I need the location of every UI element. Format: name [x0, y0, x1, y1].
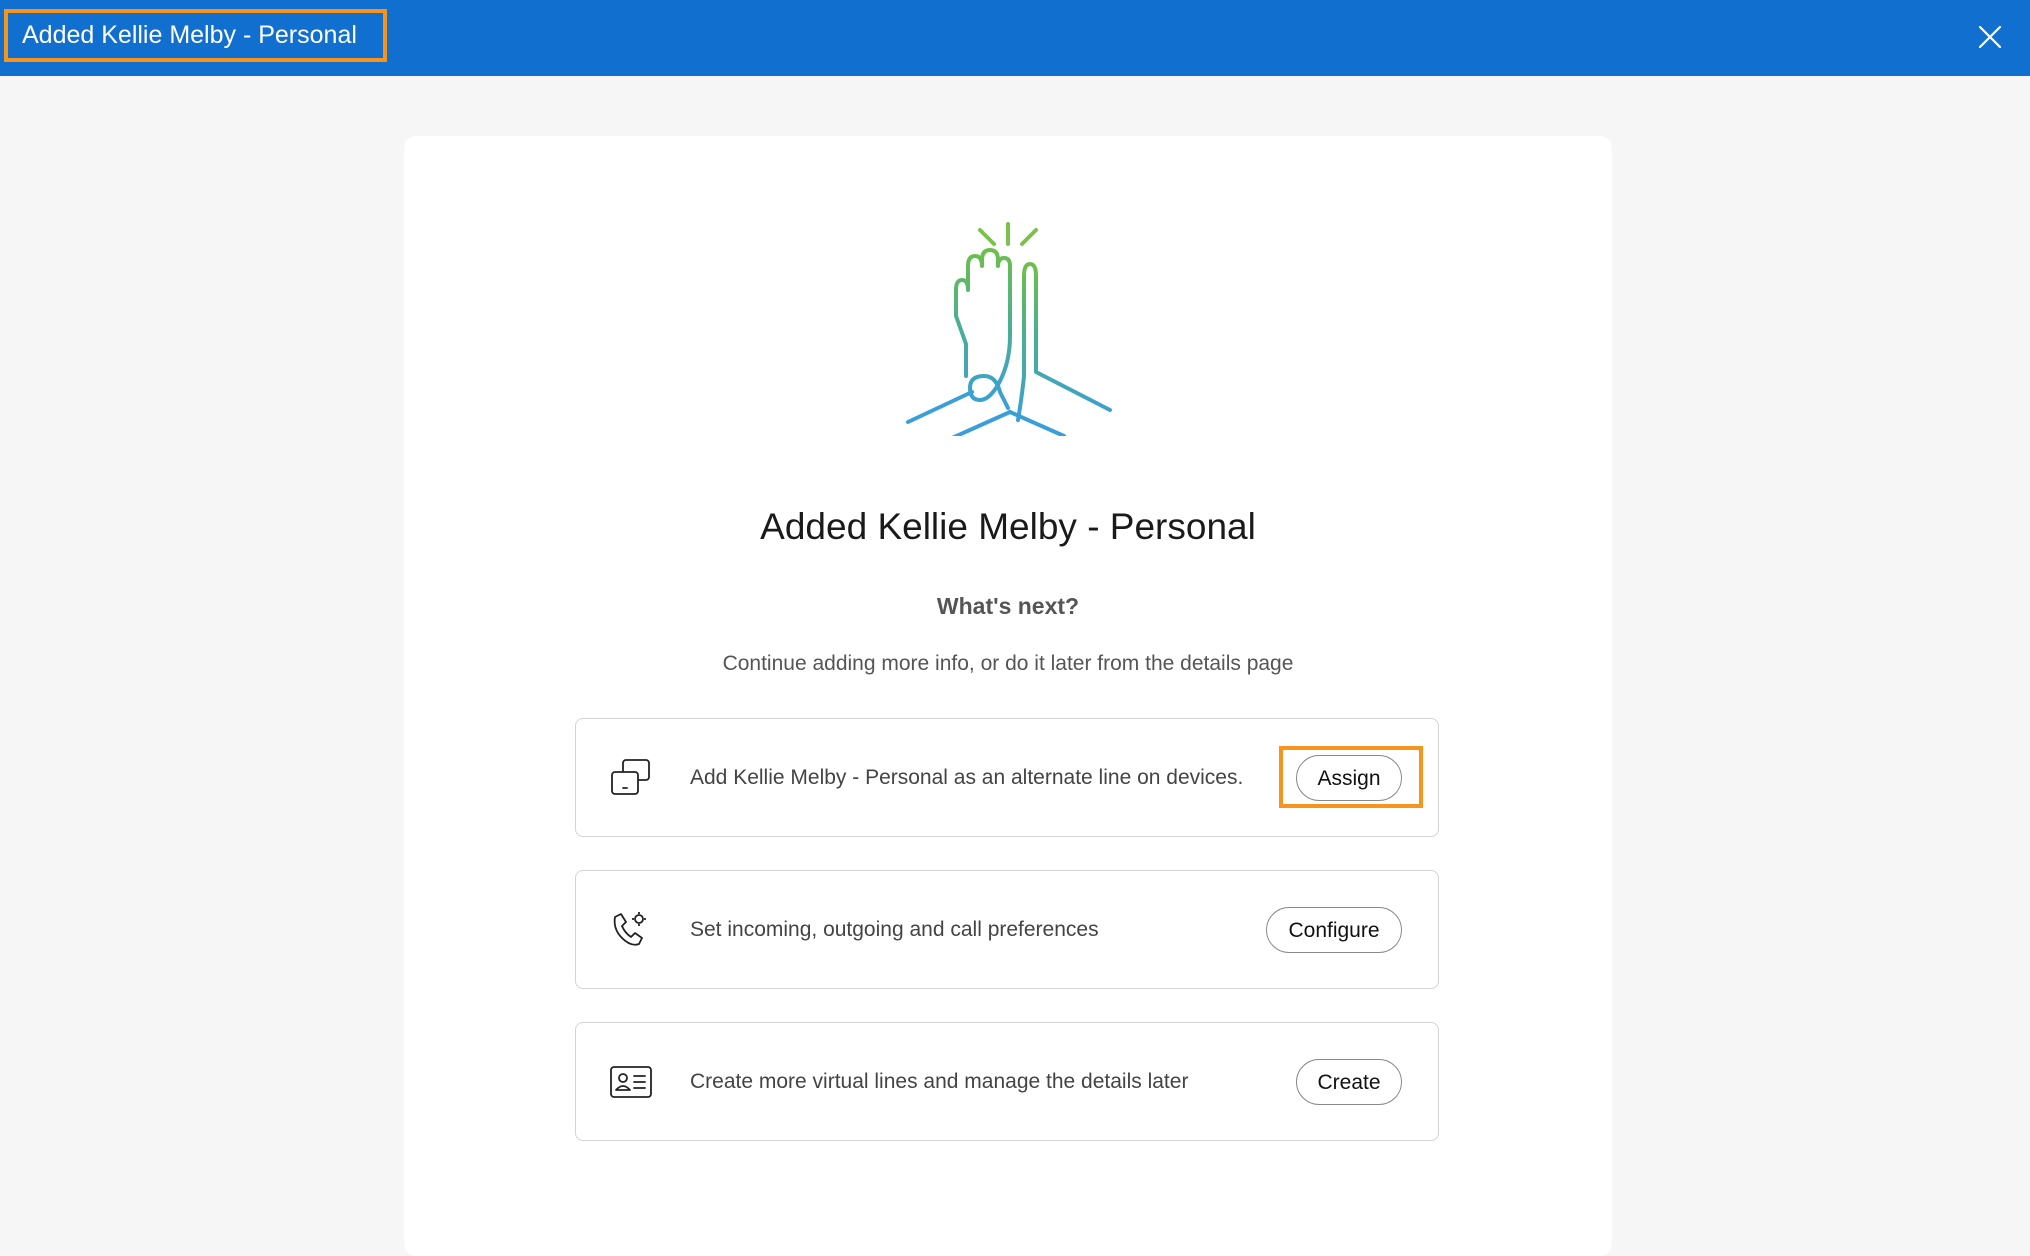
close-button[interactable]	[1970, 17, 2010, 57]
option-call-preferences: Set incoming, outgoing and call preferen…	[575, 870, 1439, 989]
devices-icon	[611, 759, 650, 795]
whats-next-heading: What's next?	[936, 593, 1080, 619]
option-assign-text: Add Kellie Melby - Personal as an altern…	[690, 766, 1244, 789]
header-bar: Added Kellie Melby - Personal	[0, 0, 2030, 76]
success-card: Added Kellie Melby - Personal What's nex…	[404, 136, 1612, 1256]
option-virtual-lines-text: Create more virtual lines and manage the…	[690, 1070, 1189, 1093]
option-assign-devices: Add Kellie Melby - Personal as an altern…	[575, 718, 1439, 837]
next-steps-description: Continue adding more info, or do it late…	[722, 652, 1294, 675]
configure-button[interactable]: Configure	[1266, 907, 1402, 953]
close-icon	[1978, 25, 2002, 49]
call-settings-icon	[613, 912, 646, 946]
option-preferences-text: Set incoming, outgoing and call preferen…	[690, 918, 1099, 941]
create-button[interactable]: Create	[1296, 1059, 1402, 1105]
assign-button[interactable]: Assign	[1296, 755, 1402, 801]
success-headline: Added Kellie Melby - Personal	[760, 506, 1256, 547]
option-virtual-lines: Create more virtual lines and manage the…	[575, 1022, 1439, 1141]
contact-card-icon	[610, 1066, 652, 1098]
high-five-icon	[906, 222, 1112, 436]
header-title: Added Kellie Melby - Personal	[4, 9, 387, 62]
